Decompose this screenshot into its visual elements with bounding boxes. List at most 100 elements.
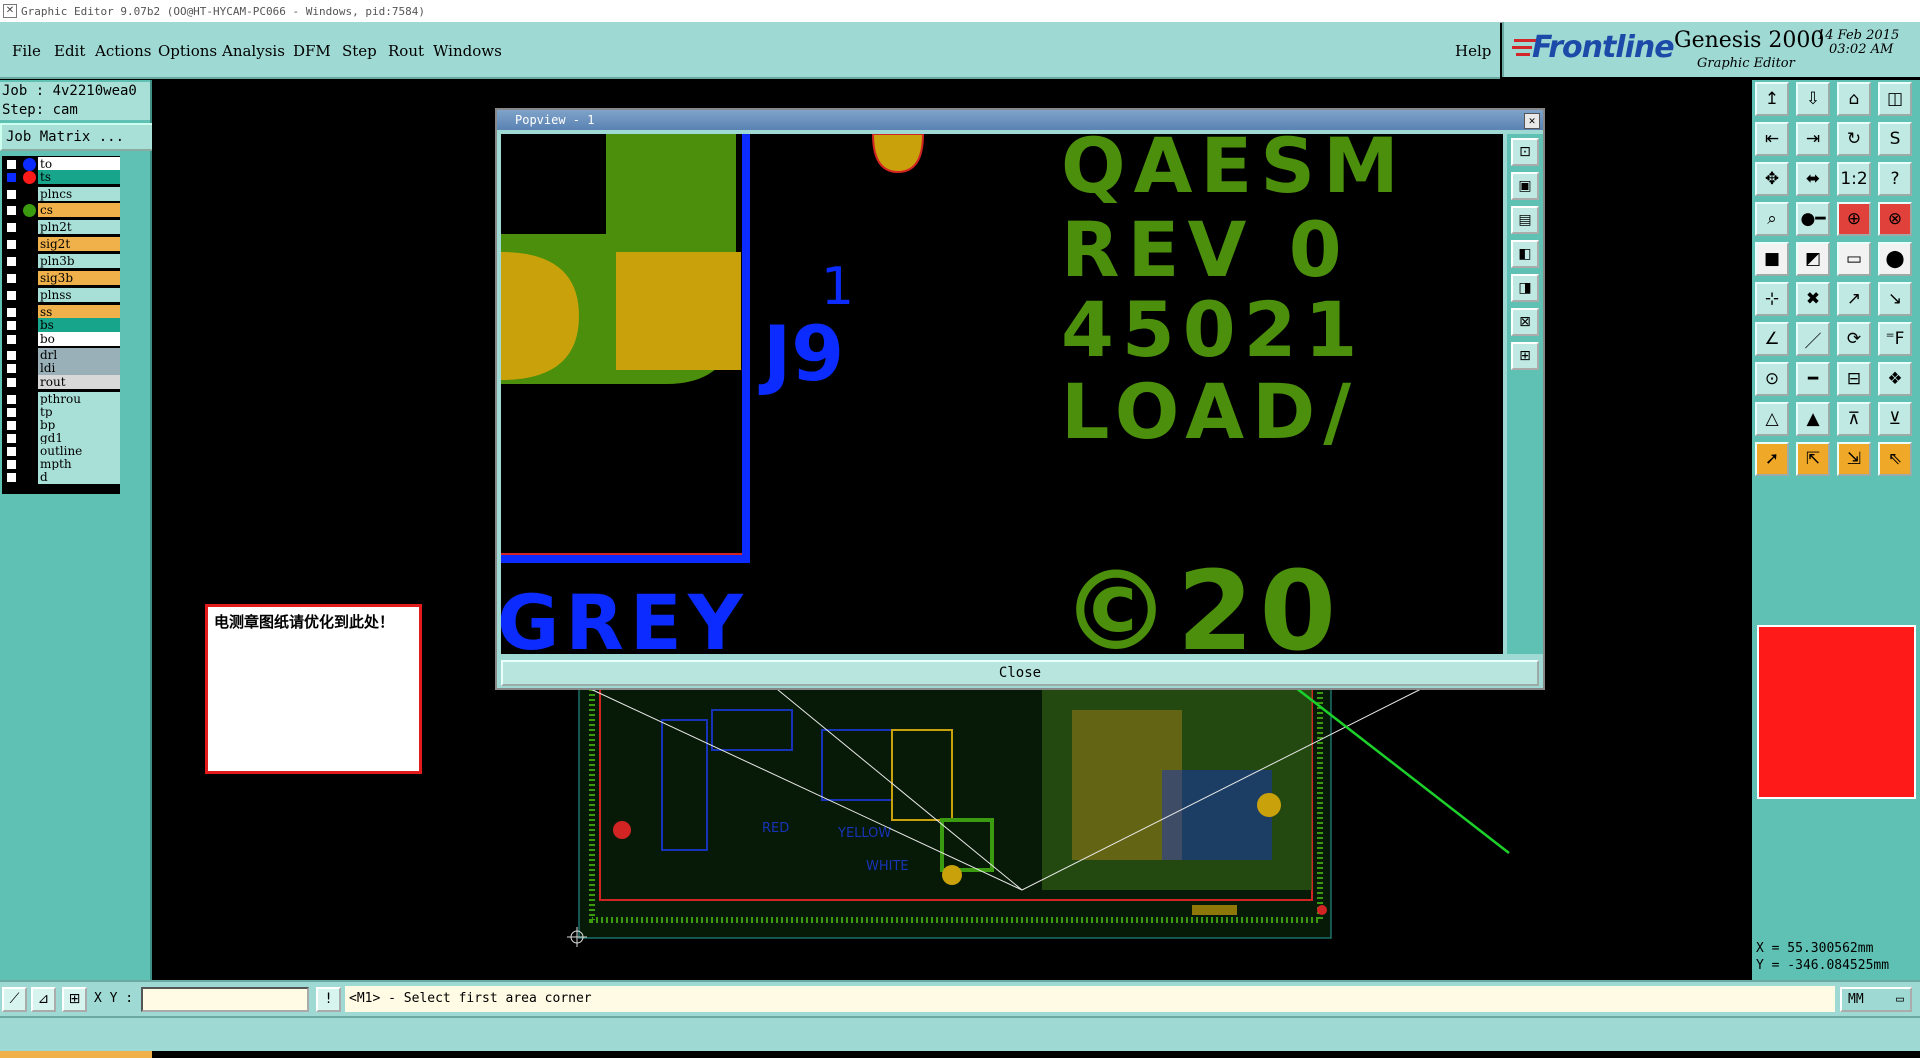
zoom-fit-icon[interactable]: ⊡ — [1511, 138, 1539, 166]
open-job-icon[interactable]: ↥ — [1755, 82, 1789, 116]
caret-icon[interactable]: ⊻ — [1878, 402, 1912, 436]
layer-row-sig3b[interactable]: sig3b — [2, 270, 120, 286]
layer-row-plnss[interactable]: plnss — [2, 287, 120, 303]
menu-step[interactable]: Step — [342, 42, 377, 60]
layer-label[interactable]: bs — [38, 318, 120, 332]
save-icon[interactable]: ⇩ — [1796, 82, 1830, 116]
menu-windows[interactable]: Windows — [433, 42, 502, 60]
zoom-home-icon[interactable]: ⊞ — [1511, 342, 1539, 370]
pad-icon[interactable]: ■ — [1755, 242, 1789, 276]
layer-checkbox[interactable] — [6, 239, 17, 250]
snap-grid-icon[interactable]: ⊟ — [1837, 362, 1871, 396]
script-icon[interactable]: S — [1878, 122, 1912, 156]
layer-checkbox[interactable] — [6, 363, 17, 374]
close-icon[interactable]: ✕ — [1524, 113, 1540, 129]
menu-dfm[interactable]: DFM — [293, 42, 331, 60]
fill-icon[interactable]: ◩ — [1796, 242, 1830, 276]
menu-file[interactable]: File — [12, 42, 41, 60]
layer-checkbox[interactable] — [6, 377, 17, 388]
layer-row-plncs[interactable]: plncs — [2, 186, 120, 202]
info-icon[interactable]: ! — [316, 987, 341, 1012]
layer-checkbox[interactable] — [6, 273, 17, 284]
popview-canvas[interactable]: 1 J9 GREY QAESM REV 0 45021 LOAD/ ©20 — [501, 134, 1503, 654]
pan-left-icon[interactable]: ◧ — [1511, 240, 1539, 268]
layer-row-rout[interactable]: rout — [2, 374, 120, 390]
layer-row-ts[interactable]: ts — [2, 169, 120, 185]
layer-label[interactable]: bo — [38, 332, 120, 346]
net-select-icon[interactable]: ⊹ — [1755, 282, 1789, 316]
select-icon[interactable]: ➚ — [1755, 442, 1789, 476]
drc-icon[interactable]: ⊗ — [1878, 202, 1912, 236]
symbol-icon[interactable]: ❖ — [1878, 362, 1912, 396]
arc-icon[interactable]: ↘ — [1878, 282, 1912, 316]
net-icon[interactable]: ⊕ — [1837, 202, 1871, 236]
layer-label[interactable]: plncs — [38, 187, 120, 201]
flip-icon[interactable]: ⁼F — [1878, 322, 1912, 356]
scale-icon[interactable]: 1:2 — [1837, 162, 1871, 196]
line-icon[interactable]: ↗ — [1837, 282, 1871, 316]
move-icon[interactable]: ✥ — [1755, 162, 1789, 196]
panel-icon[interactable]: ◫ — [1878, 82, 1912, 116]
layer-label[interactable]: rout — [38, 375, 120, 389]
zoom-out-icon[interactable]: ▤ — [1511, 206, 1539, 234]
undo-icon[interactable]: ⇤ — [1755, 122, 1789, 156]
unit-select[interactable]: MM ▭ — [1840, 987, 1912, 1012]
menu-rout[interactable]: Rout — [388, 42, 424, 60]
delta-icon[interactable]: ▲ — [1796, 402, 1830, 436]
pan-right-icon[interactable]: ◨ — [1511, 274, 1539, 302]
popview-titlebar[interactable]: Popview - 1 ✕ — [497, 110, 1543, 130]
job-matrix-button[interactable]: Job Matrix ... — [0, 123, 154, 151]
close-button[interactable]: Close — [501, 660, 1539, 686]
layer-label[interactable]: pln3b — [38, 254, 120, 268]
layer-row-d[interactable]: d — [2, 469, 120, 485]
dot-icon[interactable]: ⊙ — [1755, 362, 1789, 396]
layer-row-cs[interactable]: cs — [2, 202, 120, 218]
redo-icon[interactable]: ⇥ — [1796, 122, 1830, 156]
layer-label[interactable]: sig2t — [38, 237, 120, 251]
layer-label[interactable]: ts — [38, 170, 120, 184]
rotate-icon[interactable]: ⟳ — [1837, 322, 1871, 356]
layer-label[interactable]: d — [38, 470, 120, 484]
popview-window[interactable]: Popview - 1 ✕ 1 J9 GREY QAESM REV 0 4502… — [495, 108, 1545, 690]
slash-icon[interactable]: ／ — [1796, 322, 1830, 356]
layer-label[interactable]: plnss — [38, 288, 120, 302]
grid-snap-icon[interactable]: ⊿ — [31, 987, 56, 1012]
angle-icon[interactable]: ∠ — [1755, 322, 1789, 356]
grid-icon[interactable]: ⊞ — [62, 987, 87, 1012]
refresh-icon[interactable]: ↻ — [1837, 122, 1871, 156]
hline-icon[interactable]: ━ — [1796, 362, 1830, 396]
layer-label[interactable]: ldi — [38, 361, 120, 375]
pan-icon[interactable]: ⬌ — [1796, 162, 1830, 196]
arch-icon[interactable]: ⊼ — [1837, 402, 1871, 436]
zoom-area-icon[interactable]: ⊠ — [1511, 308, 1539, 336]
layer-checkbox[interactable] — [6, 256, 17, 267]
select-net-icon[interactable]: ⇖ — [1878, 442, 1912, 476]
help-icon[interactable]: ? — [1878, 162, 1912, 196]
layer-checkbox[interactable] — [6, 205, 17, 216]
measure-icon[interactable]: ●━ — [1796, 202, 1830, 236]
xy-input[interactable] — [141, 987, 309, 1012]
layer-checkbox[interactable] — [6, 172, 17, 183]
delete-icon[interactable]: ✖ — [1796, 282, 1830, 316]
select-poly-icon[interactable]: ⇲ — [1837, 442, 1871, 476]
layer-checkbox[interactable] — [6, 320, 17, 331]
layer-checkbox[interactable] — [6, 222, 17, 233]
menu-edit[interactable]: Edit — [54, 42, 85, 60]
layer-label[interactable]: pln2t — [38, 220, 120, 234]
layer-row-bo[interactable]: bo — [2, 331, 120, 347]
home-icon[interactable]: ⌂ — [1837, 82, 1871, 116]
snap-icon[interactable]: ⟋ — [2, 987, 27, 1012]
select-area-icon[interactable]: ⇱ — [1796, 442, 1830, 476]
layer-checkbox[interactable] — [6, 189, 17, 200]
layer-checkbox[interactable] — [6, 472, 17, 483]
menu-help[interactable]: Help — [1455, 42, 1491, 60]
triangle-icon[interactable]: △ — [1755, 402, 1789, 436]
layer-checkbox[interactable] — [6, 290, 17, 301]
menu-actions[interactable]: Actions — [95, 42, 151, 60]
menu-analysis[interactable]: Analysis — [222, 42, 285, 60]
menu-options[interactable]: Options — [158, 42, 217, 60]
find-icon[interactable]: ⌕ — [1755, 202, 1789, 236]
zoom-in-icon[interactable]: ▣ — [1511, 172, 1539, 200]
circle-icon[interactable]: ⬤ — [1878, 242, 1912, 276]
layer-checkbox[interactable] — [6, 334, 17, 345]
